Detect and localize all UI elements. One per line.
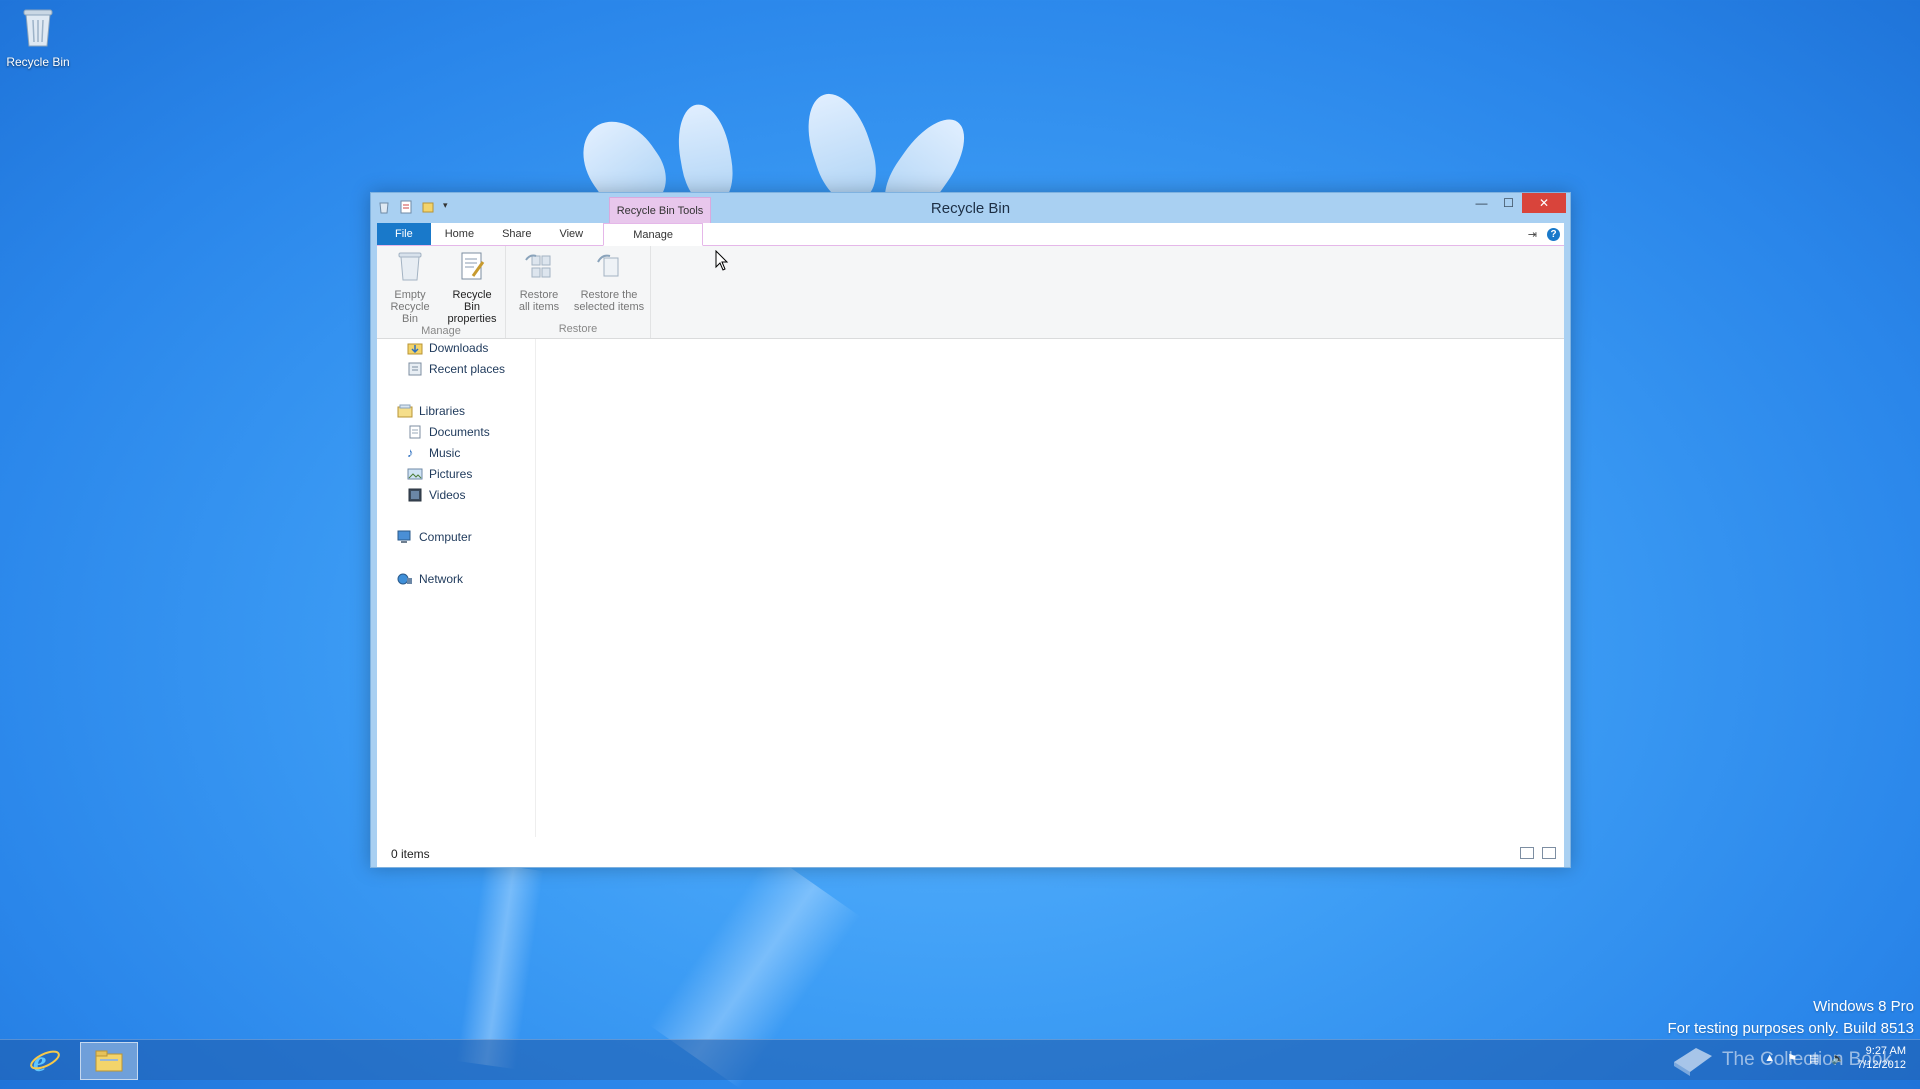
documents-icon — [407, 425, 423, 439]
tab-share[interactable]: Share — [488, 223, 545, 245]
window-title: Recycle Bin — [930, 200, 1011, 217]
ribbon-group-manage: Empty Recycle Bin Recycle Bin properties… — [377, 246, 506, 338]
file-explorer-icon — [95, 1050, 123, 1072]
tab-home[interactable]: Home — [431, 223, 488, 245]
view-toggle-buttons — [1520, 847, 1556, 859]
tray-overflow-chevron-icon[interactable]: ▲ — [1764, 1052, 1775, 1064]
taskbar-internet-explorer[interactable]: e — [28, 1044, 62, 1078]
recent-places-icon — [407, 362, 423, 376]
properties-document-icon — [461, 252, 485, 280]
empty-recycle-bin-button[interactable]: Empty Recycle Bin — [381, 246, 439, 325]
ribbon-group-restore-label: Restore — [558, 323, 598, 335]
music-note-icon: ♪ — [407, 445, 414, 460]
build-info-text: For testing purposes only. Build 8513 — [1667, 1020, 1914, 1037]
status-bar: 0 items — [377, 839, 1564, 867]
desktop-recycle-bin-label: Recycle Bin — [6, 55, 70, 69]
restore-all-icon — [525, 254, 551, 278]
maximize-icon: ☐ — [1503, 196, 1514, 210]
tab-view[interactable]: View — [545, 223, 597, 245]
nav-item-downloads[interactable]: Downloads — [407, 341, 488, 355]
caption-buttons: — ☐ ✕ — [1468, 193, 1566, 213]
tab-manage[interactable]: Manage — [603, 223, 704, 246]
large-icons-view-icon[interactable] — [1542, 847, 1556, 859]
restore-selected-icon — [597, 254, 619, 277]
volume-icon[interactable]: 🔈 — [1831, 1052, 1845, 1065]
restore-all-items-button[interactable]: Restore all items — [510, 246, 568, 323]
nav-item-documents[interactable]: Documents — [407, 425, 490, 439]
minimize-button[interactable]: — — [1468, 193, 1495, 213]
libraries-icon — [397, 404, 413, 418]
item-count: 0 items — [391, 847, 430, 861]
pin-ribbon-icon[interactable]: ⇥ — [1528, 228, 1537, 241]
help-icon[interactable]: ? — [1547, 227, 1560, 241]
recycle-bin-window: ▾ Recycle Bin Tools Recycle Bin — ☐ ✕ Fi… — [370, 192, 1571, 868]
network-status-icon[interactable]: ▤ — [1809, 1052, 1819, 1065]
nav-item-pictures[interactable]: Pictures — [407, 467, 472, 481]
nav-item-network[interactable]: Network — [397, 572, 463, 586]
close-icon: ✕ — [1538, 196, 1550, 210]
videos-icon — [407, 488, 423, 502]
nav-item-computer[interactable]: Computer — [397, 530, 472, 544]
ribbon-group-manage-label: Manage — [421, 325, 461, 337]
nav-item-recent-places[interactable]: Recent places — [407, 362, 505, 376]
nav-item-libraries[interactable]: Libraries — [397, 404, 465, 418]
windows-edition-text: Windows 8 Pro — [1813, 998, 1914, 1015]
recycle-bin-icon — [23, 9, 53, 47]
details-view-icon[interactable] — [1520, 847, 1534, 859]
title-bar[interactable]: ▾ Recycle Bin Tools Recycle Bin — ☐ ✕ — [371, 193, 1570, 224]
nav-item-videos[interactable]: Videos — [407, 488, 465, 502]
mouse-cursor-icon — [715, 250, 729, 271]
nav-item-music[interactable]: ♪ Music — [407, 445, 460, 461]
file-list-pane[interactable] — [536, 339, 1564, 837]
computer-icon — [397, 530, 413, 544]
content-area: Downloads Recent places Libraries Docume… — [377, 339, 1564, 867]
pictures-icon — [407, 467, 423, 481]
navigation-pane: Downloads Recent places Libraries Docume… — [377, 339, 536, 837]
empty-recycle-bin-icon — [398, 252, 422, 281]
minimize-icon: — — [1475, 196, 1488, 210]
ribbon-group-restore: Restore all items Restore the selected i… — [506, 246, 651, 338]
close-button[interactable]: ✕ — [1522, 193, 1566, 213]
restore-selected-items-button[interactable]: Restore the selected items — [572, 246, 646, 323]
action-center-flag-icon[interactable]: ⚑ — [1787, 1052, 1797, 1065]
clock[interactable]: 9:27 AM 7/12/2012 — [1857, 1044, 1906, 1072]
ribbon-right-controls: ⇥ ? — [1528, 223, 1564, 245]
windows-build-watermark: Windows 8 Pro For testing purposes only.… — [1667, 996, 1914, 1040]
desktop-recycle-bin[interactable]: Recycle Bin — [4, 6, 72, 69]
internet-explorer-icon: e — [30, 1045, 60, 1078]
ribbon-tab-bar: File Home Share View Manage ⇥ ? — [377, 223, 1564, 246]
downloads-folder-icon — [407, 341, 423, 355]
clock-time: 9:27 AM — [1865, 1045, 1906, 1057]
system-tray: ▲ ⚑ ▤ 🔈 9:27 AM 7/12/2012 — [1764, 1044, 1906, 1072]
book-logo-icon — [1673, 1048, 1712, 1076]
taskbar-file-explorer[interactable] — [80, 1042, 138, 1080]
clock-date: 7/12/2012 — [1857, 1059, 1906, 1071]
taskbar: e The Collection Book ▲ ⚑ ▤ 🔈 9:27 AM 7/… — [0, 1039, 1920, 1080]
network-icon — [397, 572, 413, 586]
tab-file[interactable]: File — [377, 223, 431, 245]
recycle-bin-properties-button[interactable]: Recycle Bin properties — [443, 246, 501, 325]
ribbon: Empty Recycle Bin Recycle Bin properties… — [377, 246, 1564, 339]
maximize-button[interactable]: ☐ — [1495, 193, 1522, 213]
